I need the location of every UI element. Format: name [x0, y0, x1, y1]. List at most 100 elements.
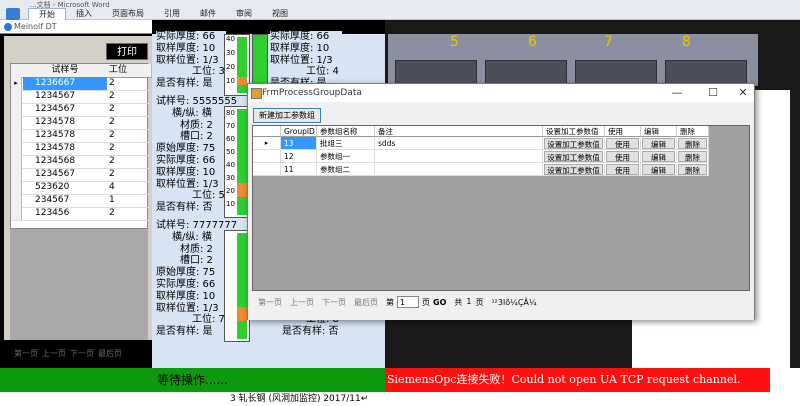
print-button[interactable]: 打印 [106, 43, 148, 60]
table-row[interactable]: 234567 1 [11, 194, 149, 208]
info-line: 取样位置: 1/3 [270, 54, 333, 66]
status-strip [770, 368, 800, 392]
button-cell: 设置加工参数值 [543, 150, 605, 163]
go-button[interactable]: GO [433, 298, 446, 307]
info-line: 原始厚度: 75 [156, 143, 216, 155]
next-page-link[interactable]: 下一页 [322, 297, 346, 308]
ribbon-tabs: 开始 插入 页面布局 引用 邮件 审阅 视图 [28, 8, 298, 20]
row-selector[interactable] [11, 90, 22, 103]
table-row[interactable]: 523620 4 [11, 181, 149, 195]
table-row[interactable]: 1234567 2 [11, 103, 149, 117]
grid-row[interactable]: 12 参数组一 设置加工参数值 使用 编辑 删除 [253, 150, 709, 163]
grid-row-selector[interactable]: ▸ [253, 137, 281, 150]
delete-button[interactable]: 删除 [678, 151, 707, 162]
dialog-title: FrmProcessGroupData [262, 88, 362, 98]
last-page-link[interactable]: 最后页 [354, 297, 378, 308]
info-line: 取样位置: 1/3 [156, 302, 219, 314]
left-pager: 第一页 上一页 下一页 最后页 [8, 342, 152, 364]
minimize-icon[interactable]: — [666, 85, 688, 101]
close-icon[interactable]: ✕ [732, 85, 754, 101]
table-row[interactable]: 1234578 2 [11, 142, 149, 156]
ribbon-tab[interactable]: 页面布局 [102, 8, 154, 20]
ribbon-tab[interactable]: 开始 [28, 8, 66, 20]
last-page-link[interactable]: 最后页 [98, 348, 122, 359]
table-row[interactable]: 1234578 2 [11, 129, 149, 143]
button-cell: 使用 [605, 137, 641, 150]
row-selector[interactable]: ▸ [11, 77, 22, 90]
set-params-button[interactable]: 设置加工参数值 [544, 164, 603, 175]
cell-station: 4 [109, 182, 115, 192]
set-params-button[interactable]: 设置加工参数值 [544, 138, 603, 149]
table-row[interactable]: 1234568 2 [11, 155, 149, 169]
grid-row[interactable]: ▸ 13 批组三 sdds 设置加工参数值 使用 编辑 删除 [253, 137, 709, 150]
column-header-use[interactable]: 使用 [605, 126, 641, 137]
word-caption: ...文档 - Microsoft Word [30, 1, 110, 8]
use-button[interactable]: 使用 [606, 138, 639, 149]
button-cell: 编辑 [641, 137, 677, 150]
row-selector[interactable] [11, 155, 22, 168]
column-header-groupid[interactable]: GroupID [281, 126, 317, 137]
prev-page-link[interactable]: 上一页 [290, 297, 314, 308]
use-button[interactable]: 使用 [606, 151, 639, 162]
table-row[interactable]: ▸ 1236667 2 [11, 77, 149, 91]
button-cell: 删除 [677, 137, 709, 150]
edit-button[interactable]: 编辑 [642, 138, 675, 149]
cell-group-name: 参数组二 [317, 163, 375, 176]
ribbon-tab[interactable]: 视图 [262, 8, 298, 20]
office-button[interactable] [6, 8, 20, 20]
record-count-label: ¹²3lõ¼ÇÂ¼ [491, 297, 537, 307]
row-selector[interactable] [11, 129, 22, 142]
row-selector[interactable] [11, 194, 22, 207]
edit-button[interactable]: 编辑 [642, 151, 675, 162]
table-row[interactable]: 123456 2 [11, 207, 149, 221]
column-header-set-params[interactable]: 设置加工参数值 [543, 126, 605, 137]
app-title: Meinolf DT [14, 22, 57, 31]
row-selector[interactable] [11, 142, 22, 155]
grid-row-selector[interactable] [253, 163, 281, 176]
use-button[interactable]: 使用 [606, 164, 639, 175]
ribbon-tab[interactable]: 插入 [66, 8, 102, 20]
cell-station: 2 [109, 156, 115, 166]
table-empty-area [10, 229, 148, 340]
cell-station: 2 [109, 78, 115, 88]
row-selector[interactable] [11, 181, 22, 194]
maximize-icon[interactable]: ☐ [702, 85, 724, 101]
info-line: 工位: 3 [192, 66, 225, 78]
ribbon-tab[interactable]: 引用 [154, 8, 190, 20]
row-selector[interactable] [11, 207, 22, 220]
ribbon-tab[interactable]: 邮件 [190, 8, 226, 20]
first-page-link[interactable]: 第一页 [258, 297, 282, 308]
column-header-sample-id[interactable]: 试样号 [23, 64, 108, 78]
info-line: 取样厚度: 10 [270, 42, 330, 54]
table-row[interactable]: 1234578 2 [11, 116, 149, 130]
edit-button[interactable]: 编辑 [642, 164, 675, 175]
delete-button[interactable]: 删除 [678, 164, 707, 175]
first-page-link[interactable]: 第一页 [14, 348, 38, 359]
cell-group-id: 11 [281, 163, 317, 176]
column-header-delete[interactable]: 删除 [677, 126, 709, 137]
row-selector[interactable] [11, 103, 22, 116]
roll-number: 5 [450, 34, 459, 50]
page-jump: 第 1 页 GO [386, 296, 447, 308]
table-row[interactable]: 1234567 2 [11, 90, 149, 104]
set-params-button[interactable]: 设置加工参数值 [544, 151, 603, 162]
row-selector[interactable] [11, 116, 22, 129]
sample-card-middle: 试样号: 5555555 横/纵: 横 材质: 2 槽口: 2 原始厚度: 75… [156, 96, 237, 214]
delete-button[interactable]: 删除 [678, 138, 707, 149]
row-selector[interactable] [11, 168, 22, 181]
grid-row[interactable]: 11 参数组二 设置加工参数值 使用 编辑 删除 [253, 163, 709, 176]
info-line: 实际厚度: 66 [270, 31, 330, 42]
sample-card-top: 实际厚度: 66 取样厚度: 10 取样位置: 1/3 工位: 3 是否有样: … [156, 31, 226, 90]
column-header-note[interactable]: 备注 [375, 126, 543, 137]
page-number-input[interactable]: 1 [397, 296, 419, 308]
prev-page-link[interactable]: 上一页 [42, 348, 66, 359]
table-row[interactable]: 1234567 2 [11, 168, 149, 182]
grid-row-selector[interactable] [253, 150, 281, 163]
ribbon-tab[interactable]: 审阅 [226, 8, 262, 20]
info-line: 是否有样: 是 [156, 326, 213, 338]
new-process-group-button[interactable]: 新建加工参数组 [253, 108, 321, 123]
column-header-station[interactable]: 工位 [107, 64, 152, 78]
next-page-link[interactable]: 下一页 [70, 348, 94, 359]
column-header-group-name[interactable]: 参数组名称 [317, 126, 375, 137]
column-header-edit[interactable]: 编辑 [641, 126, 677, 137]
